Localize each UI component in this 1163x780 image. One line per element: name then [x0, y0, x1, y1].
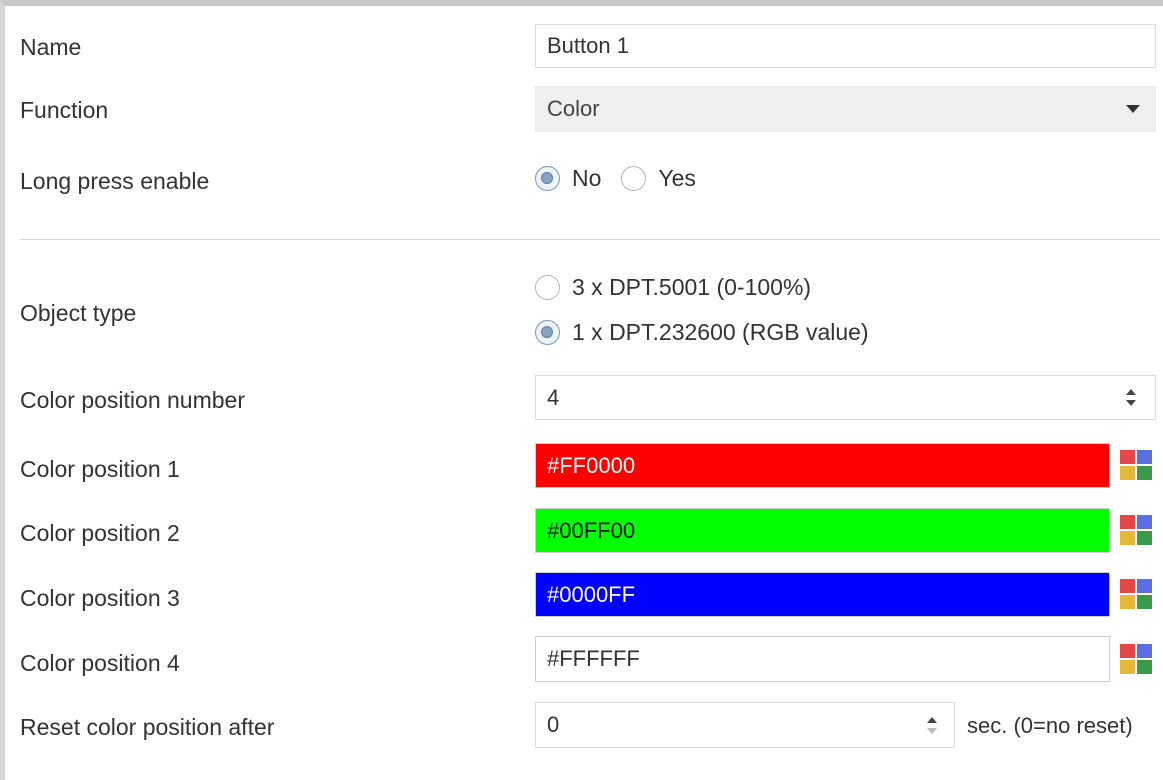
- color-position-number-stepper[interactable]: 4: [535, 375, 1156, 420]
- long-press-radio-group: No Yes: [535, 165, 696, 192]
- function-label: Function: [20, 97, 109, 123]
- color-position-1-value: #FF0000: [547, 452, 636, 478]
- reset-stepper[interactable]: 0: [535, 702, 955, 748]
- stepper-arrows-icon[interactable]: [1121, 376, 1141, 419]
- section-divider: [20, 239, 1160, 240]
- name-input[interactable]: Button 1: [535, 24, 1156, 68]
- color-palette-icon[interactable]: [1120, 644, 1152, 674]
- color-position-2-input[interactable]: #00FF00: [535, 508, 1110, 553]
- reset-label: Reset color position after: [20, 714, 275, 740]
- color-position-number-value: 4: [547, 384, 560, 410]
- color-position-4-label: Color position 4: [20, 650, 180, 676]
- color-position-3-label: Color position 3: [20, 585, 180, 611]
- object-type-option-2: 1 x DPT.232600 (RGB value): [535, 319, 869, 346]
- parameter-panel: Name Button 1 Function Color Long press …: [0, 0, 1163, 780]
- long-press-label: Long press enable: [20, 168, 210, 194]
- name-value: Button 1: [547, 33, 629, 58]
- color-palette-icon[interactable]: [1120, 450, 1152, 480]
- object-type-option-1: 3 x DPT.5001 (0-100%): [535, 274, 811, 301]
- reset-unit: sec. (0=no reset): [967, 713, 1133, 738]
- long-press-yes-label: Yes: [658, 165, 696, 191]
- long-press-yes-radio[interactable]: [621, 166, 647, 191]
- long-press-no-radio[interactable]: [535, 166, 560, 191]
- object-type-1x-radio[interactable]: [535, 320, 560, 345]
- color-position-3-input[interactable]: #0000FF: [535, 572, 1110, 617]
- object-type-label: Object type: [20, 300, 137, 326]
- color-position-2-label: Color position 2: [20, 520, 180, 546]
- object-type-1x-label: 1 x DPT.232600 (RGB value): [572, 319, 869, 345]
- function-select[interactable]: Color: [535, 86, 1156, 132]
- name-label: Name: [20, 34, 82, 60]
- color-palette-icon[interactable]: [1120, 579, 1152, 609]
- color-position-number-label: Color position number: [20, 387, 246, 413]
- object-type-3x-label: 3 x DPT.5001 (0-100%): [572, 274, 812, 300]
- color-position-2-value: #00FF00: [547, 517, 636, 543]
- long-press-no-label: No: [572, 165, 602, 191]
- function-value: Color: [547, 96, 600, 121]
- color-palette-icon[interactable]: [1120, 515, 1152, 545]
- color-position-1-input[interactable]: #FF0000: [535, 443, 1110, 488]
- color-position-1-label: Color position 1: [20, 456, 180, 482]
- color-position-4-value: #FFFFFF: [547, 646, 640, 671]
- color-position-4-input[interactable]: #FFFFFF: [535, 636, 1110, 682]
- chevron-down-icon: [1126, 105, 1140, 113]
- stepper-arrows-icon[interactable]: [922, 703, 942, 747]
- color-position-3-value: #0000FF: [547, 581, 636, 607]
- object-type-3x-radio[interactable]: [535, 275, 560, 300]
- reset-value: 0: [547, 712, 560, 737]
